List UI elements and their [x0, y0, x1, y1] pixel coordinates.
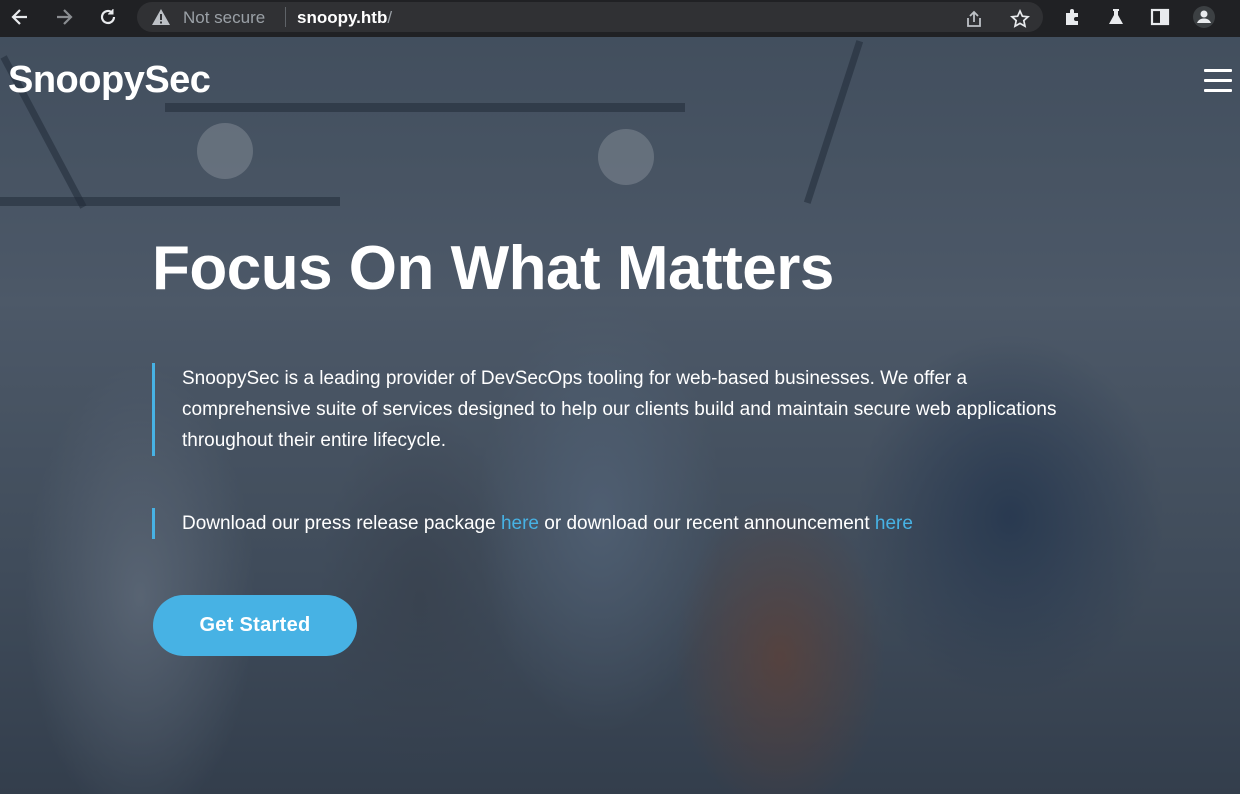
url-text[interactable]: snoopy.htb/	[297, 8, 392, 28]
sidebar-icon[interactable]	[1147, 5, 1173, 29]
get-started-button[interactable]: Get Started	[153, 595, 357, 656]
hero-title: Focus On What Matters	[152, 234, 834, 303]
download-text: Download our press release package here …	[152, 508, 1082, 539]
star-icon[interactable]	[1007, 7, 1033, 31]
site-logo[interactable]: SnoopySec	[8, 59, 211, 102]
url-host: snoopy.htb	[297, 8, 388, 27]
divider	[285, 7, 286, 27]
announcement-link[interactable]: here	[875, 513, 913, 534]
puzzle-icon[interactable]	[1060, 5, 1086, 29]
share-icon[interactable]	[961, 7, 987, 31]
reload-icon[interactable]	[94, 5, 122, 29]
flask-icon[interactable]	[1103, 5, 1129, 29]
address-bar[interactable]: Not secure snoopy.htb/	[137, 2, 1043, 32]
security-label[interactable]: Not secure	[183, 8, 265, 28]
forward-icon[interactable]	[50, 5, 78, 29]
press-release-link[interactable]: here	[501, 513, 539, 534]
browser-toolbar: Not secure snoopy.htb/	[0, 0, 1240, 37]
download-text-part-1: Download our press release package	[182, 513, 501, 534]
warning-icon[interactable]	[151, 8, 171, 31]
url-path: /	[387, 8, 393, 27]
back-icon[interactable]	[6, 5, 34, 29]
hero-section: SnoopySec Focus On What Matters SnoopySe…	[0, 37, 1240, 794]
download-text-part-2: or download our recent announcement	[539, 513, 875, 534]
profile-icon[interactable]	[1191, 5, 1217, 29]
hamburger-menu-icon[interactable]	[1204, 69, 1232, 93]
intro-text: SnoopySec is a leading provider of DevSe…	[152, 363, 1082, 456]
